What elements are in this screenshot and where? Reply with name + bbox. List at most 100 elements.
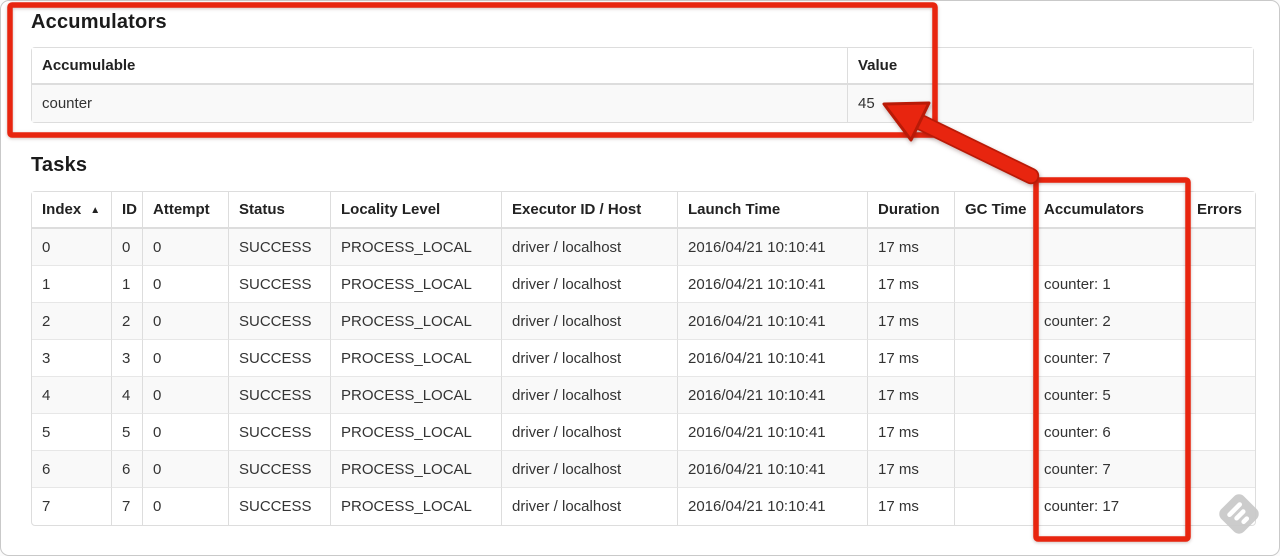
table-cell: driver / localhost — [502, 451, 678, 488]
table-cell — [955, 340, 1034, 377]
table-cell: 2016/04/21 10:10:41 — [678, 377, 868, 414]
table-cell — [1187, 414, 1255, 451]
table-cell: PROCESS_LOCAL — [331, 303, 502, 340]
table-cell: 0 — [143, 266, 229, 303]
table-cell: driver / localhost — [502, 229, 678, 266]
table-cell — [955, 303, 1034, 340]
table-cell: driver / localhost — [502, 414, 678, 451]
table-row: 3 3 0 SUCCESS PROCESS_LOCAL driver / localhos… — [32, 340, 1255, 377]
table-row: 1 1 0 SUCCESS PROCESS_LOCAL driver / localhos… — [32, 266, 1255, 303]
table-cell: SUCCESS — [229, 229, 331, 266]
table-cell: 5 — [32, 414, 112, 451]
table-cell: SUCCESS — [229, 303, 331, 340]
column-header-errors[interactable]: Errors — [1187, 192, 1255, 229]
table-cell: PROCESS_LOCAL — [331, 451, 502, 488]
table-cell: PROCESS_LOCAL — [331, 229, 502, 266]
table-cell: 17 ms — [868, 488, 955, 525]
table-cell: 17 ms — [868, 414, 955, 451]
column-header-value: Value — [848, 48, 1253, 85]
table-cell — [955, 229, 1034, 266]
table-cell — [955, 488, 1034, 525]
table-cell: SUCCESS — [229, 340, 331, 377]
table-cell: 1 — [112, 266, 143, 303]
table-cell: driver / localhost — [502, 303, 678, 340]
table-cell: 7 — [112, 488, 143, 525]
column-header-executor-id-host[interactable]: Executor ID / Host — [502, 192, 678, 229]
table-cell: 2016/04/21 10:10:41 — [678, 488, 868, 525]
table-cell: 6 — [112, 451, 143, 488]
table-cell: 2016/04/21 10:10:41 — [678, 451, 868, 488]
table-cell: PROCESS_LOCAL — [331, 488, 502, 525]
sort-ascending-icon: ▲ — [90, 205, 101, 216]
column-header-accumulable: Accumulable — [32, 48, 848, 85]
table-cell: driver / localhost — [502, 377, 678, 414]
table-cell: 7 — [32, 488, 112, 525]
table-cell: 0 — [143, 451, 229, 488]
column-header-index[interactable]: Index ▲ — [32, 192, 112, 229]
table-cell — [955, 377, 1034, 414]
table-cell — [1187, 303, 1255, 340]
column-header-accumulators[interactable]: Accumulators — [1034, 192, 1187, 229]
table-cell: 2 — [32, 303, 112, 340]
table-cell: counter: 17 — [1034, 488, 1187, 525]
table-row: 4 4 0 SUCCESS PROCESS_LOCAL driver / localhos… — [32, 377, 1255, 414]
table-cell: driver / localhost — [502, 266, 678, 303]
table-cell: counter: 1 — [1034, 266, 1187, 303]
table-row: 7 7 0 SUCCESS PROCESS_LOCAL driver / localhos… — [32, 488, 1255, 525]
table-cell: 6 — [32, 451, 112, 488]
spark-stage-page: Accumulators Accumulable Value counter 45 T… — [0, 0, 1280, 556]
table-cell: 17 ms — [868, 340, 955, 377]
table-cell: 0 — [143, 414, 229, 451]
table-cell — [955, 414, 1034, 451]
table-cell: 45 — [858, 95, 875, 112]
table-row: 2 2 0 SUCCESS PROCESS_LOCAL driver / localhos… — [32, 303, 1255, 340]
table-cell: 0 — [143, 377, 229, 414]
table-cell: counter: 7 — [1034, 451, 1187, 488]
table-cell: 3 — [112, 340, 143, 377]
table-cell: 2016/04/21 10:10:41 — [678, 340, 868, 377]
column-header-id[interactable]: ID — [112, 192, 143, 229]
column-header-locality-level[interactable]: Locality Level — [331, 192, 502, 229]
table-cell: counter: 2 — [1034, 303, 1187, 340]
accumulators-table: Accumulable Value counter 45 — [31, 47, 1254, 123]
tasks-section-heading: Tasks — [31, 154, 88, 176]
table-cell: counter: 6 — [1034, 414, 1187, 451]
table-cell: SUCCESS — [229, 414, 331, 451]
table-cell: SUCCESS — [229, 266, 331, 303]
table-cell: 3 — [32, 340, 112, 377]
table-cell: SUCCESS — [229, 377, 331, 414]
accumulators-section-heading: Accumulators — [31, 11, 167, 33]
table-cell: SUCCESS — [229, 488, 331, 525]
table-cell: 0 — [112, 229, 143, 266]
table-cell — [955, 266, 1034, 303]
table-cell: 2016/04/21 10:10:41 — [678, 229, 868, 266]
table-cell — [955, 451, 1034, 488]
table-cell: driver / localhost — [502, 340, 678, 377]
table-cell: 0 — [143, 340, 229, 377]
table-row: counter 45 — [32, 85, 1253, 122]
table-cell: 17 ms — [868, 229, 955, 266]
table-cell: SUCCESS — [229, 451, 331, 488]
table-cell: 4 — [32, 377, 112, 414]
table-cell — [1034, 229, 1187, 266]
table-cell: 17 ms — [868, 451, 955, 488]
table-cell: 1 — [32, 266, 112, 303]
table-cell: counter: 5 — [1034, 377, 1187, 414]
table-row: 5 5 0 SUCCESS PROCESS_LOCAL driver / localhos… — [32, 414, 1255, 451]
table-cell: 2016/04/21 10:10:41 — [678, 303, 868, 340]
table-cell: PROCESS_LOCAL — [331, 414, 502, 451]
table-cell: 4 — [112, 377, 143, 414]
table-cell: 0 — [32, 229, 112, 266]
column-header-status[interactable]: Status — [229, 192, 331, 229]
table-cell — [1187, 266, 1255, 303]
table-row: 6 6 0 SUCCESS PROCESS_LOCAL driver / localhos… — [32, 451, 1255, 488]
column-header-duration[interactable]: Duration — [868, 192, 955, 229]
column-header-launch-time[interactable]: Launch Time — [678, 192, 868, 229]
tasks-table: Index ▲ ID Attempt Status Locality Level Execu… — [31, 191, 1256, 526]
table-cell: 0 — [143, 303, 229, 340]
table-cell: PROCESS_LOCAL — [331, 266, 502, 303]
table-cell: 0 — [143, 488, 229, 525]
column-header-gc-time[interactable]: GC Time — [955, 192, 1034, 229]
table-cell: PROCESS_LOCAL — [331, 340, 502, 377]
column-header-attempt[interactable]: Attempt — [143, 192, 229, 229]
